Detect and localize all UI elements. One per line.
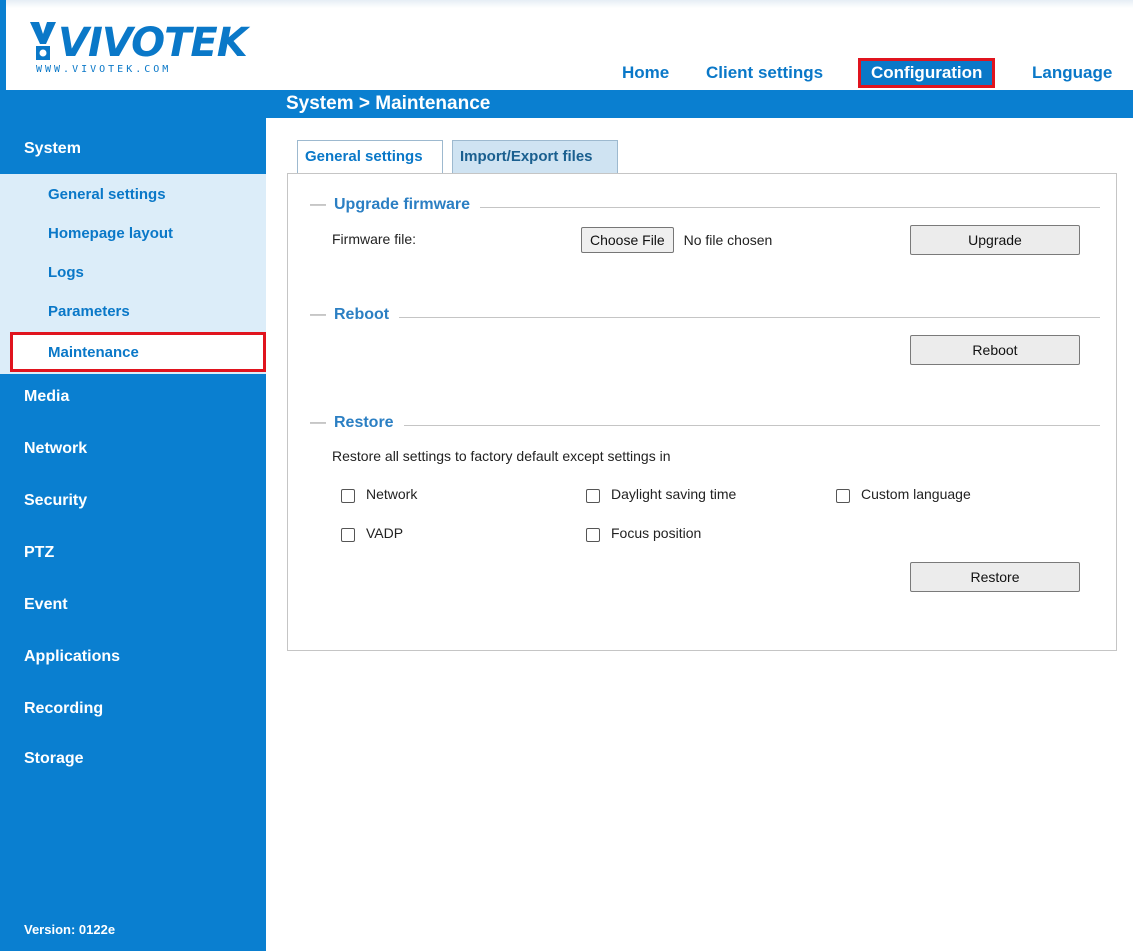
sidebar-item-label: Maintenance — [48, 344, 139, 361]
checkbox-label: Custom language — [861, 486, 971, 502]
sidebar-item-parameters[interactable]: Parameters — [48, 303, 130, 320]
checkbox-label: Daylight saving time — [611, 486, 737, 502]
version-label: Version: 0122e — [24, 922, 116, 937]
section-heading: — Reboot — [310, 306, 400, 324]
sidebar-category-system[interactable]: System — [24, 140, 81, 158]
checkbox-label: Focus position — [611, 525, 702, 541]
sidebar-item-logs[interactable]: Logs — [48, 264, 84, 281]
header: VIVOTEK WWW.VIVOTEK.COM Home Client sett… — [0, 0, 1133, 90]
logo-word: VIVOTEK — [58, 20, 248, 66]
tab-general-settings[interactable]: General settings — [297, 140, 443, 174]
sidebar-item-maintenance[interactable]: Maintenance — [10, 332, 266, 372]
nav-home[interactable]: Home — [622, 58, 669, 88]
section-heading: — Restore — [310, 414, 404, 432]
vivotek-logo[interactable]: VIVOTEK WWW.VIVOTEK.COM — [30, 20, 248, 80]
sidebar-category-security[interactable]: Security — [24, 492, 87, 510]
sidebar-category-storage[interactable]: Storage — [24, 750, 84, 768]
breadcrumb: System > Maintenance — [286, 93, 491, 114]
maintenance-panel: — Upgrade firmware Firmware file: Choose … — [287, 173, 1117, 651]
section-heading: — Upgrade firmware — [310, 196, 481, 214]
header-left-accent — [0, 0, 6, 90]
restore-button[interactable]: Restore — [910, 562, 1080, 592]
checkbox-label: Network — [366, 486, 418, 502]
sidebar-item-homepage-layout[interactable]: Homepage layout — [48, 225, 173, 242]
section-upgrade-firmware: — Upgrade firmware — [310, 196, 1100, 218]
checkbox-box[interactable] — [341, 528, 355, 542]
section-restore: — Restore — [310, 414, 1100, 436]
checkbox-box[interactable] — [341, 489, 355, 503]
section-divider — [310, 317, 1100, 318]
sidebar-category-applications[interactable]: Applications — [24, 648, 120, 666]
logo-url: WWW.VIVOTEK.COM — [36, 64, 172, 75]
section-reboot: — Reboot — [310, 306, 1100, 328]
checkbox-box[interactable] — [836, 489, 850, 503]
tab-import-export-files[interactable]: Import/Export files — [452, 140, 618, 174]
checkbox-box[interactable] — [586, 528, 600, 542]
header-top-gradient — [0, 0, 1133, 8]
sidebar-category-ptz[interactable]: PTZ — [24, 544, 54, 562]
sidebar: System General settings Homepage layout … — [0, 118, 266, 951]
breadcrumb-bar: System > Maintenance — [0, 90, 1133, 118]
restore-description: Restore all settings to factory default … — [332, 448, 671, 464]
sidebar-item-general-settings[interactable]: General settings — [48, 186, 166, 203]
firmware-file-input[interactable]: Choose File No file chosen — [581, 227, 772, 253]
nav-client-settings[interactable]: Client settings — [706, 58, 823, 88]
file-status-text: No file chosen — [683, 232, 773, 248]
nav-configuration[interactable]: Configuration — [858, 58, 996, 88]
checkbox-label: VADP — [366, 525, 404, 541]
firmware-file-label: Firmware file: — [332, 231, 417, 247]
upgrade-button[interactable]: Upgrade — [910, 225, 1080, 255]
nav-language[interactable]: Language — [1032, 58, 1112, 88]
section-divider — [310, 425, 1100, 426]
sidebar-category-event[interactable]: Event — [24, 596, 68, 614]
logo-mark-icon — [30, 22, 56, 60]
reboot-button[interactable]: Reboot — [910, 335, 1080, 365]
checkbox-box[interactable] — [586, 489, 600, 503]
choose-file-button[interactable]: Choose File — [581, 227, 674, 253]
sidebar-category-network[interactable]: Network — [24, 440, 87, 458]
sidebar-system-submenu: General settings Homepage layout Logs Pa… — [0, 174, 266, 374]
sidebar-category-recording[interactable]: Recording — [24, 700, 103, 718]
sidebar-category-media[interactable]: Media — [24, 388, 69, 406]
